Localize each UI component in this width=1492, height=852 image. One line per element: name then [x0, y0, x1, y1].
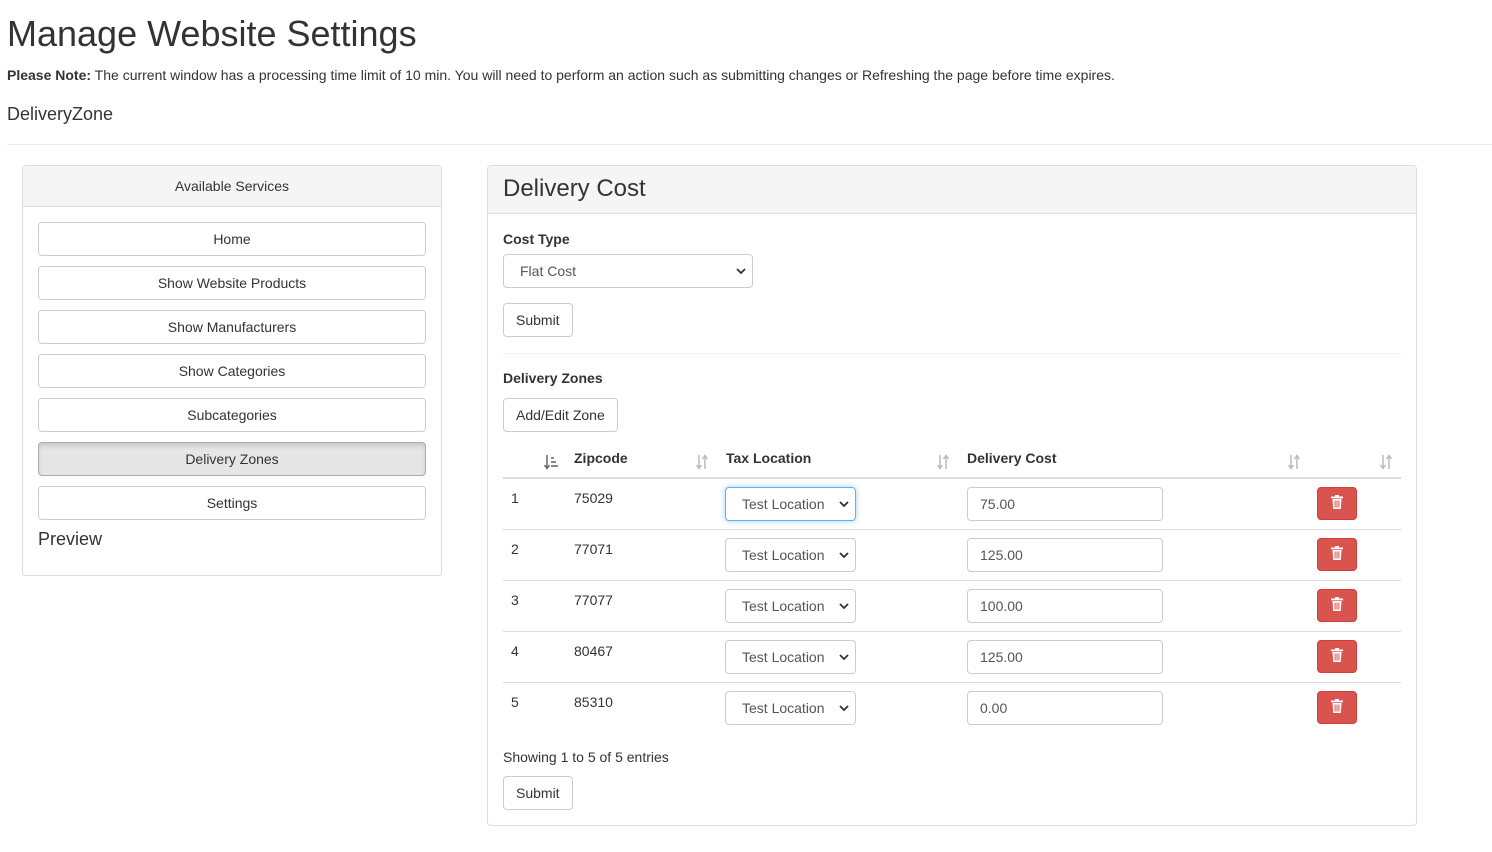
cost-type-submit-button[interactable]: Submit: [503, 303, 573, 337]
nav-show-website-products-button[interactable]: Show Website Products: [38, 266, 426, 300]
row-zipcode: 85310: [574, 694, 613, 710]
chevron-down-icon: [839, 590, 849, 622]
tax-location-header-label: Tax Location: [726, 450, 812, 466]
delivery-cost-panel: Delivery Cost Cost Type Flat Cost Submit…: [487, 165, 1417, 826]
row-index: 2: [511, 541, 519, 557]
section-label: DeliveryZone: [7, 104, 114, 124]
tax-location-select[interactable]: Test Location: [725, 487, 856, 521]
page-title: Manage Website Settings: [7, 13, 417, 54]
nav-show-manufacturers-button[interactable]: Show Manufacturers: [38, 310, 426, 344]
table-header: Zipcode Tax Location Delivery Cost: [503, 443, 1401, 479]
row-index: 4: [511, 643, 519, 659]
add-edit-zone-button[interactable]: Add/Edit Zone: [503, 398, 618, 432]
available-services-heading: Available Services: [23, 166, 441, 207]
sort-icon: [936, 450, 950, 470]
tax-location-select[interactable]: Test Location: [725, 640, 856, 674]
chevron-down-icon: [839, 692, 849, 724]
delivery-cost-header-label: Delivery Cost: [967, 450, 1057, 466]
trash-icon: [1331, 699, 1343, 716]
chevron-down-icon: [839, 539, 849, 571]
table-row: 2 77071 Test Location 125.00: [503, 530, 1401, 581]
delete-zone-button[interactable]: [1317, 487, 1357, 520]
delivery-cost-input[interactable]: 125.00: [967, 538, 1163, 572]
delivery-cost-input[interactable]: 0.00: [967, 691, 1163, 725]
column-header-actions[interactable]: [1317, 443, 1401, 477]
delivery-cost-input[interactable]: 100.00: [967, 589, 1163, 623]
tax-location-select[interactable]: Test Location: [725, 538, 856, 572]
nav-settings-button[interactable]: Settings: [38, 486, 426, 520]
trash-icon: [1331, 597, 1343, 614]
note-text: The current window has a processing time…: [91, 67, 1115, 83]
zones-submit-button[interactable]: Submit: [503, 776, 573, 810]
delete-zone-button[interactable]: [1317, 589, 1357, 622]
table-row: 4 80467 Test Location 125.00: [503, 632, 1401, 683]
note-label: Please Note:: [7, 67, 92, 83]
tax-location-value: Test Location: [742, 547, 825, 563]
row-index: 1: [511, 490, 519, 506]
tax-location-value: Test Location: [742, 496, 825, 512]
sort-icon: [1379, 450, 1393, 470]
column-header-tax-location[interactable]: Tax Location: [726, 443, 956, 477]
row-zipcode: 77077: [574, 592, 613, 608]
cost-type-select[interactable]: Flat Cost: [503, 254, 753, 288]
header-divider: [7, 144, 1492, 145]
trash-icon: [1331, 495, 1343, 512]
delivery-zones-table: Zipcode Tax Location Delivery Cost 1 750…: [503, 443, 1401, 734]
row-index: 5: [511, 694, 519, 710]
tax-location-select[interactable]: Test Location: [725, 691, 856, 725]
trash-icon: [1331, 648, 1343, 665]
table-row: 3 77077 Test Location 100.00: [503, 581, 1401, 632]
processing-note: Please Note: The current window has a pr…: [7, 67, 1115, 83]
section-divider: [503, 353, 1401, 354]
preview-label: Preview: [38, 529, 103, 549]
delivery-cost-input[interactable]: 75.00: [967, 487, 1163, 521]
row-zipcode: 80467: [574, 643, 613, 659]
nav-delivery-zones-button[interactable]: Delivery Zones: [38, 442, 426, 476]
nav-show-categories-button[interactable]: Show Categories: [38, 354, 426, 388]
chevron-down-icon: [839, 641, 849, 673]
row-zipcode: 75029: [574, 490, 613, 506]
table-row: 5 85310 Test Location 0.00: [503, 683, 1401, 734]
chevron-down-icon: [736, 255, 746, 287]
table-row: 1 75029 Test Location 75.00: [503, 479, 1401, 530]
cost-type-label: Cost Type: [503, 231, 570, 247]
cost-type-value: Flat Cost: [520, 263, 577, 279]
delivery-cost-input[interactable]: 125.00: [967, 640, 1163, 674]
chevron-down-icon: [839, 488, 849, 520]
row-index: 3: [511, 592, 519, 608]
tax-location-select[interactable]: Test Location: [725, 589, 856, 623]
row-zipcode: 77071: [574, 541, 613, 557]
nav-subcategories-button[interactable]: Subcategories: [38, 398, 426, 432]
tax-location-value: Test Location: [742, 598, 825, 614]
sort-icon: [1287, 450, 1301, 470]
sort-ascending-icon: [543, 450, 558, 470]
column-header-zipcode[interactable]: Zipcode: [574, 443, 714, 477]
tax-location-value: Test Location: [742, 700, 825, 716]
tax-location-value: Test Location: [742, 649, 825, 665]
table-entries-info: Showing 1 to 5 of 5 entries: [503, 749, 669, 765]
column-header-index[interactable]: [503, 443, 565, 477]
zipcode-header-label: Zipcode: [574, 450, 628, 466]
sort-icon: [695, 450, 709, 470]
delivery-zones-label: Delivery Zones: [503, 370, 603, 386]
nav-home-button[interactable]: Home: [38, 222, 426, 256]
delete-zone-button[interactable]: [1317, 640, 1357, 673]
column-header-delivery-cost[interactable]: Delivery Cost: [967, 443, 1307, 477]
available-services-panel: Available Services Home Show Website Pro…: [22, 165, 442, 576]
delete-zone-button[interactable]: [1317, 691, 1357, 724]
delete-zone-button[interactable]: [1317, 538, 1357, 571]
delivery-cost-heading: Delivery Cost: [488, 166, 1416, 214]
trash-icon: [1331, 546, 1343, 563]
